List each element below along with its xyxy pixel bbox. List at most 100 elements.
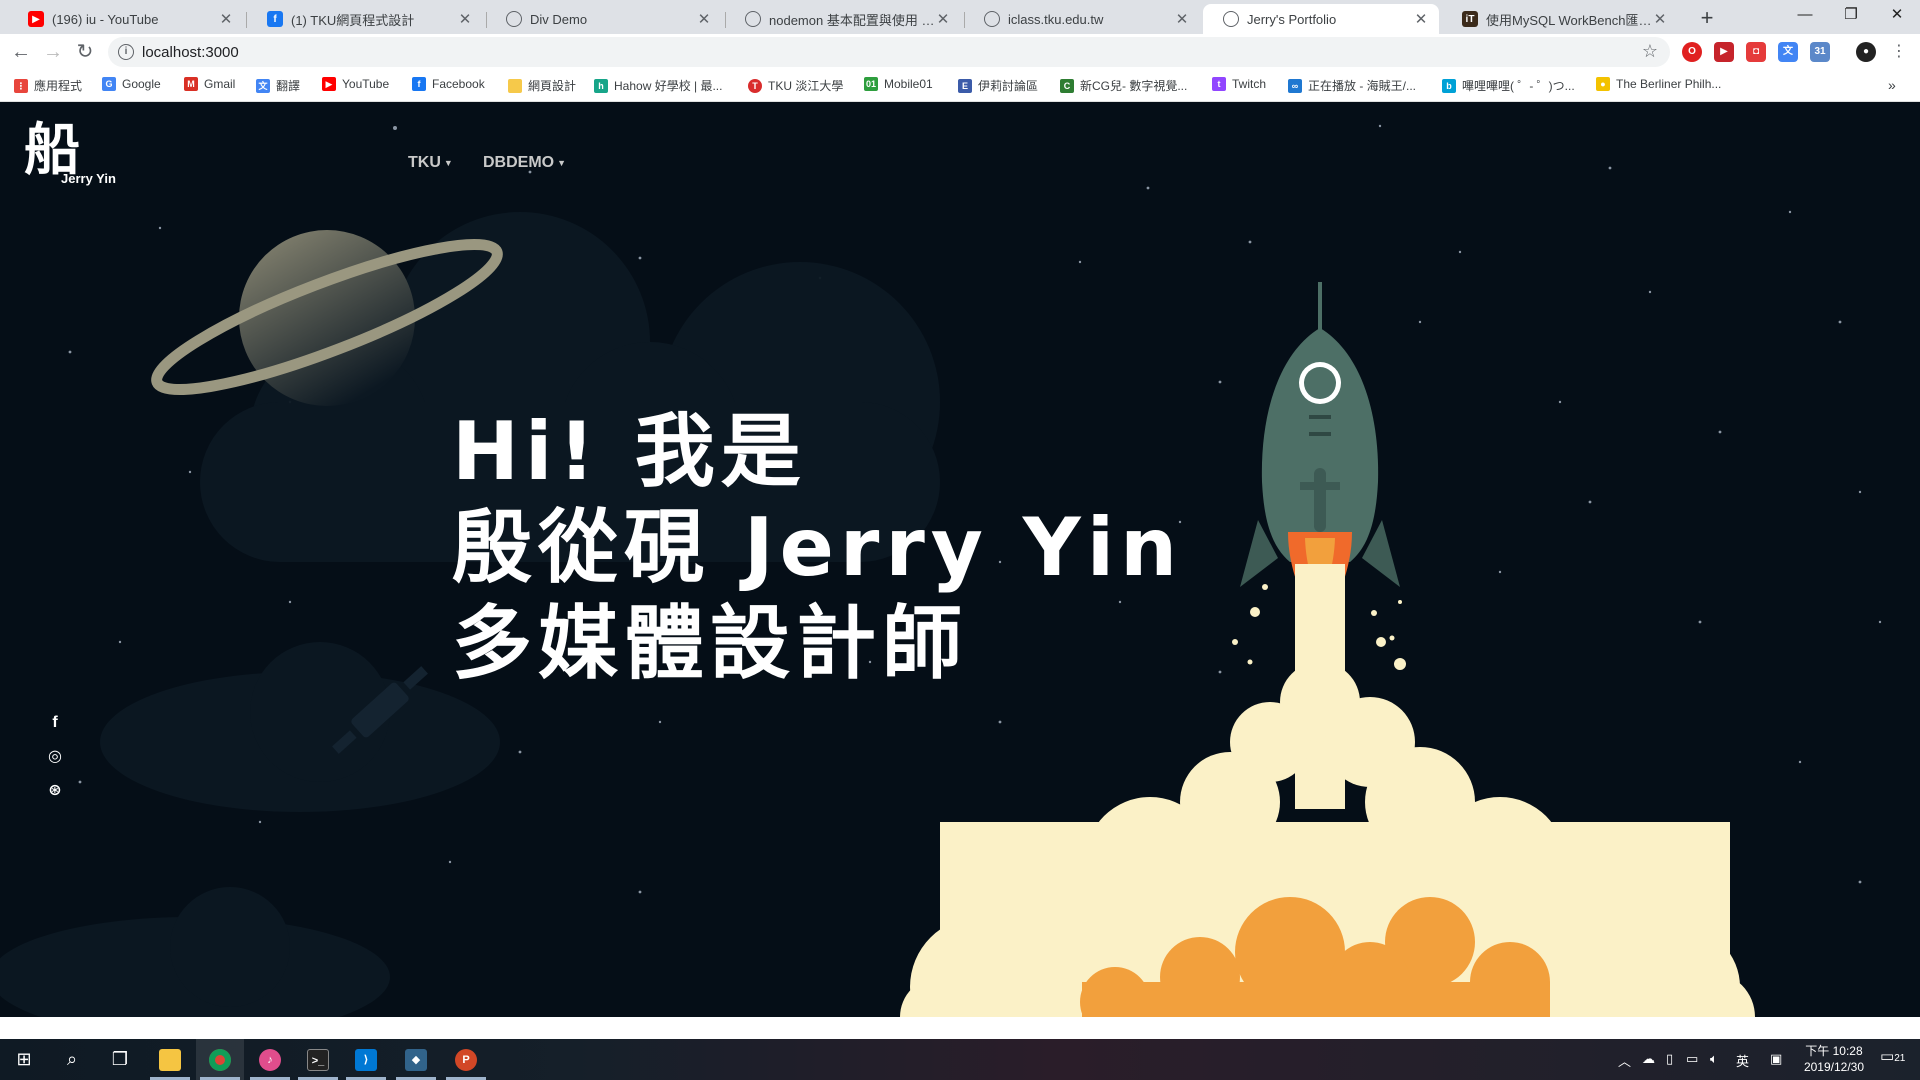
- gmail-icon: M: [184, 77, 198, 91]
- translate-extension-icon[interactable]: 文: [1778, 42, 1798, 62]
- notification-center-icon[interactable]: ▭21: [1880, 1047, 1905, 1065]
- bookmark-youtube[interactable]: ▶ YouTube: [322, 77, 389, 91]
- mobile01-icon: 01: [864, 77, 878, 91]
- nav-tku[interactable]: TKU ▼: [408, 154, 453, 172]
- bookmark-twitch[interactable]: t Twitch: [1212, 77, 1266, 91]
- globe-icon: [745, 11, 761, 27]
- nav-dbdemo[interactable]: DBDEMO ▼: [483, 154, 566, 172]
- apps-grid-icon: ⋮: [14, 78, 28, 93]
- close-icon[interactable]: ✕: [1652, 10, 1668, 28]
- tab-nodemon[interactable]: nodemon 基本配置與使用 - 臺... ✕: [725, 4, 961, 34]
- bookmark-bilibili[interactable]: b 嗶哩嗶哩( ゜- ゜)つ...: [1442, 77, 1575, 94]
- tab-mysql-workbench[interactable]: iT 使用MySQL WorkBench匯入資... ✕: [1442, 4, 1678, 34]
- address-bar[interactable]: i localhost:3000 ☆: [108, 37, 1670, 67]
- itunes-icon[interactable]: ♪: [246, 1039, 294, 1080]
- bookmark-mobile01[interactable]: 01 Mobile01: [864, 77, 933, 91]
- tab-facebook[interactable]: f (1) TKU網頁程式設計 ✕: [247, 4, 483, 34]
- close-icon[interactable]: ✕: [935, 10, 951, 28]
- bookmark-translate[interactable]: 文翻譯: [256, 77, 300, 94]
- google-icon: G: [102, 77, 116, 91]
- bookmark-google[interactable]: G Google: [102, 77, 161, 91]
- tab-youtube[interactable]: ▶ (196) iu - YouTube ✕: [8, 4, 244, 34]
- close-icon[interactable]: ✕: [1174, 10, 1190, 28]
- info-icon[interactable]: i: [118, 44, 134, 60]
- ime-indicator[interactable]: 英: [1736, 1051, 1749, 1070]
- nav-label: TKU: [408, 154, 441, 171]
- network-icon[interactable]: ▭: [1686, 1051, 1698, 1067]
- calendar-extension-icon[interactable]: 31: [1810, 42, 1830, 62]
- usb-icon[interactable]: ▯: [1666, 1051, 1673, 1067]
- bookmark-apps[interactable]: ⋮ 應用程式: [14, 77, 82, 94]
- powerpoint-icon[interactable]: P: [442, 1039, 490, 1080]
- berliner-icon: ●: [1596, 77, 1610, 91]
- restore-button[interactable]: ❐: [1828, 0, 1874, 32]
- bookmark-star-icon[interactable]: ☆: [1642, 41, 1658, 62]
- tab-strip: ▶ (196) iu - YouTube ✕ f (1) TKU網頁程式設計 ✕…: [0, 0, 1920, 34]
- pocket-icon[interactable]: ◘: [1746, 42, 1766, 62]
- search-icon[interactable]: ⌕: [48, 1039, 96, 1080]
- bookmark-hahow[interactable]: h Hahow 好學校 | 最...: [594, 77, 722, 94]
- opera-adblock-icon[interactable]: O: [1682, 42, 1702, 62]
- menu-kebab-icon[interactable]: ⋮: [1886, 39, 1912, 65]
- facebook-icon[interactable]: f: [44, 712, 66, 734]
- tab-iclass[interactable]: iclass.tku.edu.tw ✕: [964, 4, 1200, 34]
- media-extension-icon[interactable]: ▶: [1714, 42, 1734, 62]
- tab-div-demo[interactable]: Div Demo ✕: [486, 4, 722, 34]
- tray-chevron-up-icon[interactable]: ︿: [1618, 1051, 1631, 1070]
- minimize-button[interactable]: —: [1782, 0, 1828, 32]
- new-tab-button[interactable]: +: [1694, 6, 1720, 32]
- reload-icon[interactable]: ↻: [72, 39, 98, 65]
- chrome-icon[interactable]: [196, 1039, 244, 1080]
- tab-title: nodemon 基本配置與使用 - 臺...: [769, 12, 935, 28]
- caret-down-icon: ▼: [443, 157, 453, 168]
- bookmark-gmail[interactable]: M Gmail: [184, 77, 235, 91]
- bookmark-label: Mobile01: [884, 77, 933, 91]
- bookmark-eyny[interactable]: E 伊莉討論區: [958, 77, 1038, 94]
- windows-start-icon[interactable]: ⊞: [0, 1039, 48, 1080]
- notification-count: 21: [1894, 1053, 1906, 1064]
- mysql-workbench-icon[interactable]: ◆: [392, 1039, 440, 1080]
- instagram-icon[interactable]: ◎: [44, 746, 66, 768]
- terminal-icon[interactable]: >_: [294, 1039, 342, 1080]
- bookmark-label: 新CG兒- 數字視覺...: [1080, 79, 1188, 93]
- bookmark-facebook[interactable]: f Facebook: [412, 77, 485, 91]
- system-clock[interactable]: 下午 10:28 2019/12/30: [1804, 1043, 1864, 1075]
- bookmark-cg[interactable]: C 新CG兒- 數字視覺...: [1060, 77, 1187, 94]
- task-view-icon[interactable]: ❐: [96, 1039, 144, 1080]
- file-explorer-icon[interactable]: [146, 1039, 194, 1080]
- tab-title: iclass.tku.edu.tw: [1008, 11, 1104, 27]
- bookmark-label: Gmail: [204, 77, 236, 91]
- clock-date: 2019/12/30: [1803, 1060, 1864, 1074]
- volume-icon[interactable]: 🔈︎: [1710, 1051, 1718, 1067]
- onedrive-cloud-icon[interactable]: ☁: [1642, 1051, 1655, 1067]
- clock-time: 下午 10:28: [1805, 1044, 1863, 1058]
- bookmark-anime[interactable]: ∞ 正在播放 - 海賊王/...: [1288, 77, 1416, 94]
- input-indicator-icon[interactable]: ▣: [1770, 1051, 1782, 1067]
- close-icon[interactable]: ✕: [1413, 10, 1429, 28]
- youtube-icon: ▶: [322, 77, 336, 91]
- close-icon[interactable]: ✕: [457, 10, 473, 28]
- dribbble-icon[interactable]: ⊛: [44, 780, 66, 802]
- globe-icon: [506, 11, 522, 27]
- close-icon[interactable]: ✕: [218, 10, 234, 28]
- bookmark-label: 網頁設計: [528, 79, 577, 93]
- tab-jerrys-portfolio[interactable]: Jerry's Portfolio ✕: [1203, 4, 1439, 34]
- bookmarks-overflow-icon[interactable]: »: [1888, 77, 1896, 93]
- site-logo-name[interactable]: Jerry Yin: [61, 171, 116, 186]
- close-window-button[interactable]: ✕: [1874, 0, 1920, 32]
- hero-heading: Hi! 我是 殷從硯 Jerry Yin 多媒體設計師: [452, 404, 1183, 692]
- hero-line-greeting: Hi! 我是: [452, 405, 807, 498]
- bookmark-berliner[interactable]: ● The Berliner Philh...: [1596, 77, 1721, 91]
- vscode-icon[interactable]: ⟩: [342, 1039, 390, 1080]
- bookmark-label: 正在播放 - 海賊王/...: [1308, 79, 1417, 93]
- cg-icon: C: [1060, 78, 1074, 93]
- url-text[interactable]: localhost:3000: [142, 44, 239, 61]
- bookmark-tku[interactable]: T TKU 淡江大學: [748, 77, 843, 94]
- close-icon[interactable]: ✕: [696, 10, 712, 28]
- back-arrow-icon[interactable]: ←: [8, 39, 34, 65]
- avatar[interactable]: ●: [1856, 42, 1876, 62]
- bookmark-folder-web-design[interactable]: 網頁設計: [508, 77, 576, 94]
- site-logo[interactable]: 船: [24, 122, 80, 178]
- forward-arrow-icon[interactable]: →: [40, 39, 66, 65]
- browser-toolbar: ← → ↻ i localhost:3000 ☆ O ▶ ◘ 文 31 ● ⋮: [0, 34, 1920, 70]
